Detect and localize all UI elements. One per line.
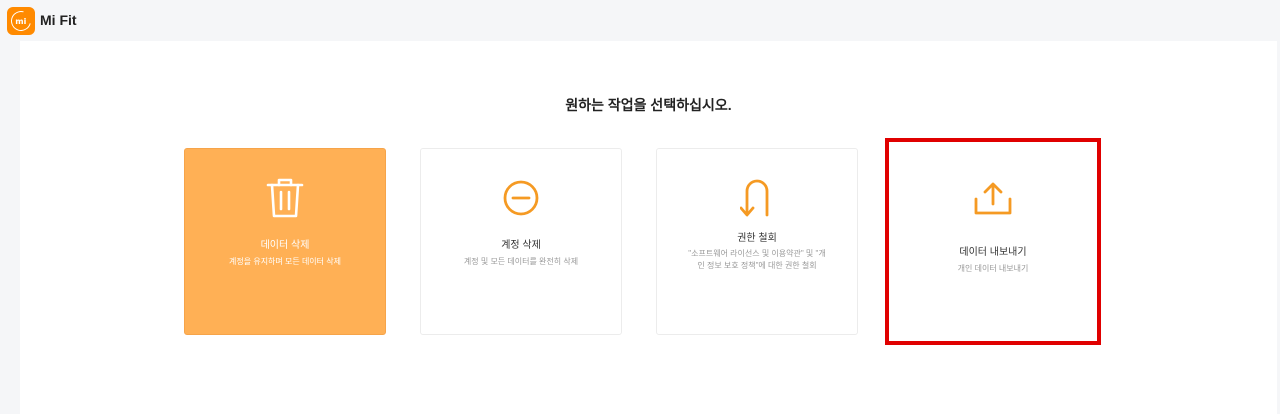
page-heading: 원하는 작업을 선택하십시오.	[565, 97, 732, 113]
option-description: "소프트웨어 라이선스 및 이용약관" 및 "개인 정보 보호 정책"에 대한 …	[688, 249, 826, 270]
app-logo[interactable]: mi	[7, 7, 35, 35]
minus-circle-icon	[421, 179, 621, 217]
app-name: Mi Fit	[40, 12, 77, 28]
top-bar: mi Mi Fit	[0, 0, 1280, 41]
logo-ring-icon: mi	[7, 7, 35, 35]
main-content: 원하는 작업을 선택하십시오. 데이터 삭제 계정을 유지하며 모든 데이터 삭…	[20, 41, 1277, 414]
option-title: 계정 삭제	[501, 240, 541, 251]
logo-text: mi	[15, 16, 27, 26]
option-title: 권한 철회	[737, 233, 777, 244]
option-description: 계정을 유지하며 모든 데이터 삭제	[229, 257, 341, 266]
option-delete-data-card[interactable]: 데이터 삭제 계정을 유지하며 모든 데이터 삭제	[184, 148, 386, 335]
option-title: 데이터 삭제	[260, 240, 310, 251]
option-revoke-permission-card[interactable]: 권한 철회 "소프트웨어 라이선스 및 이용약관" 및 "개인 정보 보호 정책…	[656, 148, 858, 335]
trash-icon	[185, 177, 385, 219]
selection-highlight	[885, 138, 1101, 345]
return-arrow-icon	[657, 177, 857, 219]
option-delete-account-card[interactable]: 계정 삭제 계정 및 모든 데이터를 완전히 삭제	[420, 148, 622, 335]
option-description: 계정 및 모든 데이터를 완전히 삭제	[463, 257, 579, 266]
